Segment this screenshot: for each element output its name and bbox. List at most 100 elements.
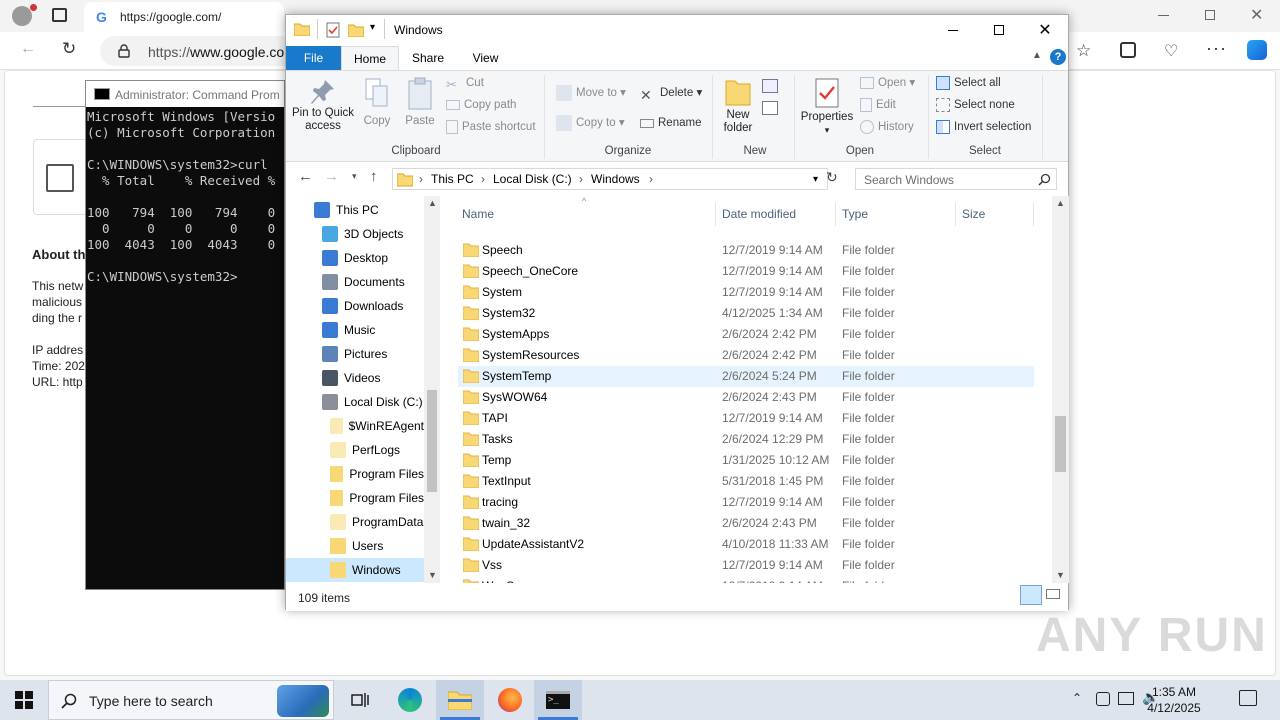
file-row[interactable]: WaaS 12/7/2019 9:14 AM File folder bbox=[458, 576, 1034, 583]
back-icon[interactable]: ← bbox=[20, 40, 36, 58]
search-box[interactable]: Search Windows bbox=[855, 168, 1057, 190]
taskbar-cmd[interactable]: >_ bbox=[534, 680, 582, 720]
scroll-down-icon[interactable]: ▼ bbox=[1056, 570, 1065, 580]
open-button[interactable]: Open ▾ bbox=[860, 73, 915, 93]
file-row[interactable]: TAPI 12/7/2019 9:14 AM File folder bbox=[458, 408, 1034, 429]
task-view-button[interactable] bbox=[336, 680, 384, 720]
customize-quick-access-icon[interactable]: ▾ bbox=[370, 22, 375, 33]
nav-item[interactable]: Music bbox=[286, 318, 424, 342]
taskbar-file-explorer[interactable] bbox=[436, 680, 484, 720]
scroll-up-icon[interactable]: ▲ bbox=[1056, 198, 1065, 208]
close-button[interactable]: ✕ bbox=[1022, 15, 1068, 45]
properties-button[interactable]: Properties ▾ bbox=[798, 77, 856, 137]
nav-item[interactable]: Users bbox=[286, 534, 424, 558]
captcha-checkbox[interactable] bbox=[46, 164, 74, 192]
scroll-thumb[interactable] bbox=[1055, 416, 1066, 472]
paste-shortcut-button[interactable]: Paste shortcut bbox=[446, 117, 536, 137]
nav-item[interactable]: $WinREAgent bbox=[286, 414, 424, 438]
taskbar-edge[interactable] bbox=[386, 680, 434, 720]
file-row[interactable]: twain_32 2/6/2024 2:43 PM File folder bbox=[458, 513, 1034, 534]
nav-item[interactable]: Program Files bbox=[286, 462, 424, 486]
easy-access-icon[interactable] bbox=[762, 101, 778, 115]
nav-item[interactable]: Videos bbox=[286, 366, 424, 390]
column-header-type[interactable]: Type bbox=[838, 202, 956, 226]
tab-view[interactable]: View bbox=[463, 46, 508, 70]
nav-item[interactable]: Documents bbox=[286, 270, 424, 294]
recent-locations-icon[interactable]: ▾ bbox=[352, 171, 357, 182]
security-icon[interactable] bbox=[1096, 692, 1110, 706]
column-header-name[interactable]: Name bbox=[458, 202, 716, 226]
navigation-scrollbar[interactable]: ▲ ▼ bbox=[424, 196, 440, 583]
select-none-button[interactable]: Select none bbox=[936, 95, 1015, 115]
file-row[interactable]: SystemResources 2/6/2024 2:42 PM File fold… bbox=[458, 345, 1034, 366]
invert-selection-button[interactable]: Invert selection bbox=[936, 117, 1031, 137]
file-row[interactable]: System 12/7/2019 9:14 AM File folder bbox=[458, 282, 1034, 303]
nav-item[interactable]: 3D Objects bbox=[286, 222, 424, 246]
start-button[interactable] bbox=[0, 680, 48, 720]
forward-arrow-icon[interactable]: → bbox=[324, 168, 339, 185]
file-list-scrollbar[interactable]: ▲ ▼ bbox=[1052, 196, 1069, 583]
file-row[interactable]: System32 4/12/2025 1:34 AM File folder bbox=[458, 303, 1034, 324]
column-header-size[interactable]: Size bbox=[958, 202, 1034, 226]
scroll-up-icon[interactable]: ▲ bbox=[428, 198, 437, 208]
pin-to-quick-access-button[interactable]: Pin to Quick access bbox=[290, 77, 356, 133]
file-row[interactable]: TextInput 5/31/2018 1:45 PM File folder bbox=[458, 471, 1034, 492]
copy-button[interactable]: Copy bbox=[360, 77, 394, 128]
new-folder-button[interactable]: New folder bbox=[718, 77, 758, 135]
nav-item[interactable]: Pictures bbox=[286, 342, 424, 366]
profile-avatar[interactable] bbox=[12, 6, 32, 26]
address-bar[interactable]: https://www.google.co bbox=[100, 36, 300, 66]
copilot-icon[interactable] bbox=[1247, 40, 1267, 60]
file-row[interactable]: UpdateAssistantV2 4/10/2018 11:33 AM File … bbox=[458, 534, 1034, 555]
new-item-icon[interactable] bbox=[762, 79, 778, 93]
command-prompt-window[interactable]: Administrator: Command Prom Microsoft Wi… bbox=[85, 80, 285, 590]
details-view-icon[interactable] bbox=[1020, 585, 1042, 605]
file-row[interactable]: tracing 12/7/2019 9:14 AM File folder bbox=[458, 492, 1034, 513]
file-row[interactable]: SystemTemp 2/6/2024 5:24 PM File folder bbox=[458, 366, 1034, 387]
select-all-button[interactable]: Select all bbox=[936, 73, 1001, 93]
notifications-icon[interactable] bbox=[1239, 690, 1257, 706]
scroll-down-icon[interactable]: ▼ bbox=[428, 570, 437, 580]
file-row[interactable]: Speech_OneCore 12/7/2019 9:14 AM File fold… bbox=[458, 261, 1034, 282]
file-row[interactable]: Vss 12/7/2019 9:14 AM File folder bbox=[458, 555, 1034, 576]
favorites-star-icon[interactable]: ☆ bbox=[1076, 41, 1091, 61]
collapse-ribbon-icon[interactable]: ▲ bbox=[1032, 50, 1042, 61]
refresh-icon[interactable]: ↻ bbox=[62, 39, 76, 59]
file-row[interactable]: Temp 1/31/2025 10:12 AM File folder bbox=[458, 450, 1034, 471]
address-dropdown-icon[interactable]: ▾ bbox=[813, 174, 818, 185]
minimize-button[interactable] bbox=[930, 15, 976, 45]
taskbar-search[interactable]: Type here to search bbox=[48, 680, 334, 720]
cut-button[interactable]: ✂ Cut bbox=[446, 73, 484, 93]
explorer-titlebar[interactable]: ▾ Windows ✕ bbox=[286, 15, 1068, 45]
collections-icon[interactable] bbox=[1120, 42, 1136, 58]
browser-tab[interactable]: G https://google.com/ bbox=[84, 2, 284, 32]
nav-item[interactable]: Downloads bbox=[286, 294, 424, 318]
nav-item[interactable]: Program Files bbox=[286, 486, 424, 510]
maximize-button[interactable] bbox=[976, 15, 1022, 45]
new-folder-quick-icon[interactable] bbox=[348, 23, 364, 37]
breadcrumb-this-pc[interactable]: This PC bbox=[431, 172, 474, 186]
nav-item[interactable]: PerfLogs bbox=[286, 438, 424, 462]
file-row[interactable]: Speech 12/7/2019 9:14 AM File folder bbox=[458, 240, 1034, 261]
back-arrow-icon[interactable]: ← bbox=[298, 168, 313, 185]
help-icon[interactable]: ? bbox=[1050, 49, 1066, 65]
breadcrumb-local-disk[interactable]: Local Disk (C:) bbox=[493, 172, 572, 186]
history-button[interactable]: History bbox=[860, 117, 914, 137]
paste-button[interactable]: Paste bbox=[402, 77, 438, 128]
column-header-date[interactable]: Date modified bbox=[718, 202, 836, 226]
rename-button[interactable]: Rename bbox=[640, 113, 701, 133]
browser-minimize-icon[interactable] bbox=[1158, 15, 1169, 16]
file-row[interactable]: SystemApps 2/6/2024 2:42 PM File folder bbox=[458, 324, 1034, 345]
nav-item[interactable]: This PC bbox=[286, 198, 424, 222]
nav-item[interactable]: Windows bbox=[286, 558, 424, 582]
properties-quick-icon[interactable] bbox=[326, 22, 340, 38]
delete-button[interactable]: ✕ Delete ▾ bbox=[640, 83, 702, 103]
network-icon[interactable] bbox=[1118, 692, 1134, 705]
breadcrumb-windows[interactable]: Windows bbox=[591, 172, 640, 186]
taskbar-firefox[interactable] bbox=[486, 680, 534, 720]
edit-button[interactable]: Edit bbox=[860, 95, 896, 115]
address-bar[interactable]: › This PC › Local Disk (C:) › Windows › … bbox=[392, 168, 828, 190]
large-icons-view-icon[interactable] bbox=[1046, 589, 1060, 599]
refresh-icon[interactable]: ↻ bbox=[826, 169, 838, 186]
more-options-icon[interactable]: ··· bbox=[1206, 38, 1227, 59]
